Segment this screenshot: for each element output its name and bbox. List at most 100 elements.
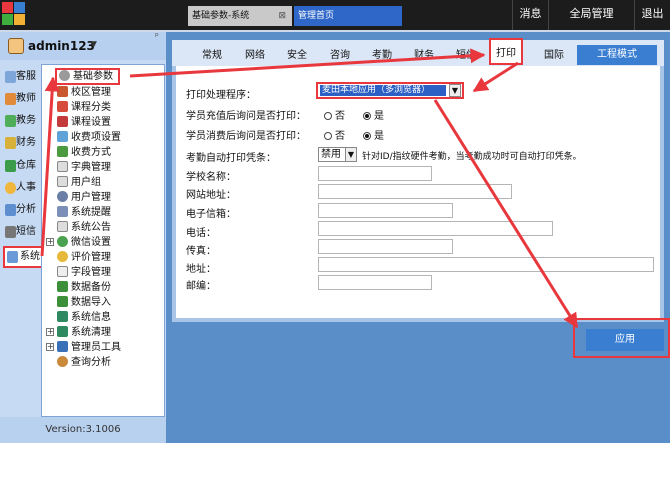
tree-item-cleanup[interactable]: 系统清理 bbox=[57, 325, 111, 340]
tree-item-payment-methods[interactable]: 收费方式 bbox=[57, 145, 111, 160]
tree-item-wechat[interactable]: 微信设置 bbox=[57, 235, 111, 250]
tree-item-import[interactable]: 数据导入 bbox=[57, 295, 111, 310]
tree-item-backup[interactable]: 数据备份 bbox=[57, 280, 111, 295]
tree-item-announcements[interactable]: 系统公告 bbox=[57, 220, 111, 235]
tree-item-query[interactable]: 查询分析 bbox=[57, 355, 111, 370]
tab-consult[interactable]: 咨询 bbox=[330, 46, 350, 61]
expand-icon[interactable]: + bbox=[46, 343, 54, 351]
address-field[interactable] bbox=[318, 257, 654, 272]
nav-label: 短信 bbox=[16, 226, 36, 237]
fax-field[interactable] bbox=[318, 239, 453, 254]
user-name[interactable]: admin123 bbox=[28, 39, 95, 53]
apply-button[interactable]: 应用 bbox=[586, 329, 664, 351]
recharge-print-label: 学员充值后询问是否打印： bbox=[186, 111, 306, 122]
teacher-icon bbox=[5, 93, 16, 105]
search-icon bbox=[57, 356, 68, 367]
consume-print-label: 学员消费后询问是否打印： bbox=[186, 131, 306, 142]
category-icon bbox=[57, 101, 68, 112]
tools-icon bbox=[57, 341, 68, 352]
print-handler-label: 打印处理程序： bbox=[186, 90, 256, 101]
nav-item-sms[interactable]: 短信 bbox=[3, 221, 43, 243]
nav-label: 人事 bbox=[16, 182, 36, 193]
website-field[interactable] bbox=[318, 184, 512, 199]
tab-sms[interactable]: 短信 bbox=[456, 46, 476, 61]
tree-item-evaluation[interactable]: 评价管理 bbox=[57, 250, 111, 265]
avatar bbox=[8, 38, 24, 54]
info-icon bbox=[57, 311, 68, 322]
tree-item-course-category[interactable]: 课程分类 bbox=[57, 100, 111, 115]
nav-label: 财务 bbox=[16, 137, 36, 148]
attendance-print-label: 考勤自动打印凭条： bbox=[186, 153, 276, 164]
tab-international[interactable]: 国际 bbox=[544, 46, 564, 61]
tab-finance[interactable]: 财务 bbox=[414, 46, 434, 61]
tree-item-campus[interactable]: 校区管理 bbox=[57, 85, 111, 100]
nav-item-academic[interactable]: 教务 bbox=[3, 110, 43, 132]
postcode-field[interactable] bbox=[318, 275, 432, 290]
tree-label: 课程分类 bbox=[71, 102, 111, 113]
school-name-field[interactable] bbox=[318, 166, 432, 181]
chevron-down-icon[interactable]: ▼ bbox=[90, 40, 97, 50]
tree-label: 基础参数 bbox=[73, 71, 113, 82]
expand-icon[interactable]: + bbox=[46, 328, 54, 336]
close-icon[interactable]: ⊠ bbox=[278, 6, 286, 26]
tree-item-user-management[interactable]: 用户管理 bbox=[57, 190, 111, 205]
tree-label: 系统公告 bbox=[71, 222, 111, 233]
tab-security[interactable]: 安全 bbox=[287, 46, 307, 61]
gear-icon bbox=[59, 70, 70, 81]
tree-label: 系统提醒 bbox=[71, 207, 111, 218]
phone-field[interactable] bbox=[318, 221, 553, 236]
tab-label: 管理首页 bbox=[298, 11, 335, 21]
tab-general[interactable]: 常规 bbox=[202, 46, 222, 61]
app-logo-icon bbox=[2, 2, 26, 26]
chevron-down-icon[interactable]: ▼ bbox=[449, 84, 461, 97]
nav-item-finance[interactable]: 财务 bbox=[3, 132, 43, 154]
tree-item-admin-tools[interactable]: 管理员工具 bbox=[57, 340, 121, 355]
consume-no-radio[interactable]: 否 bbox=[324, 127, 345, 142]
radio-label: 否 bbox=[335, 131, 345, 142]
tree-item-system-info[interactable]: 系统信息 bbox=[57, 310, 111, 325]
nav-item-service[interactable]: 客服 bbox=[3, 66, 43, 88]
logout-button[interactable]: 退出 bbox=[634, 0, 670, 30]
tab-print[interactable]: 打印 bbox=[489, 38, 523, 65]
tree-item-basic-params[interactable]: 基础参数 bbox=[55, 68, 120, 85]
recharge-yes-radio[interactable]: 是 bbox=[363, 107, 384, 122]
nav-item-hr[interactable]: 人事 bbox=[3, 177, 43, 199]
user-icon bbox=[57, 191, 68, 202]
nav-item-teacher[interactable]: 教师 bbox=[3, 88, 43, 110]
print-handler-select[interactable]: 麦田本地应用（多浏览器） ▼ bbox=[316, 82, 464, 99]
tab-network[interactable]: 网络 bbox=[245, 46, 265, 61]
tree-item-user-group[interactable]: 用户组 bbox=[57, 175, 101, 190]
expand-icon[interactable]: + bbox=[46, 238, 54, 246]
tab-basic-params[interactable]: 基础参数-系统 ⊠ bbox=[188, 6, 292, 26]
global-settings-button[interactable]: 全局管理 bbox=[548, 0, 634, 30]
nav-item-warehouse[interactable]: 仓库 bbox=[3, 155, 43, 177]
top-bar: 基础参数-系统 ⊠ 管理首页 消息 全局管理 退出 bbox=[0, 0, 670, 30]
tree-label: 字典管理 bbox=[71, 162, 111, 173]
version-label: Version:3.1006 bbox=[0, 417, 166, 443]
email-field[interactable] bbox=[318, 203, 453, 218]
tree-label: 校区管理 bbox=[71, 87, 111, 98]
nav-item-system[interactable]: 系统 bbox=[3, 246, 43, 268]
pin-icon[interactable]: ᵖ bbox=[155, 32, 159, 42]
tree-item-course-settings[interactable]: 课程设置 bbox=[57, 115, 111, 130]
tree-label: 收费项设置 bbox=[71, 132, 121, 143]
headset-icon bbox=[5, 71, 16, 83]
consume-yes-radio[interactable]: 是 bbox=[363, 127, 384, 142]
tree-item-reminders[interactable]: 系统提醒 bbox=[57, 205, 111, 220]
nav-item-analysis[interactable]: 分析 bbox=[3, 199, 43, 221]
attendance-print-select[interactable]: 禁用 ▼ bbox=[318, 147, 357, 162]
tree-item-dictionary[interactable]: 字典管理 bbox=[57, 160, 111, 175]
recharge-no-radio[interactable]: 否 bbox=[324, 107, 345, 122]
tab-attendance[interactable]: 考勤 bbox=[372, 46, 392, 61]
tab-home[interactable]: 管理首页 bbox=[294, 6, 402, 26]
cleanup-icon bbox=[57, 326, 68, 337]
fee-icon bbox=[57, 131, 68, 142]
tree-item-fields[interactable]: 字段管理 bbox=[57, 265, 111, 280]
nav-label: 客服 bbox=[16, 71, 36, 82]
tree-item-fee-items[interactable]: 收费项设置 bbox=[57, 130, 121, 145]
tree-label: 字段管理 bbox=[71, 267, 111, 278]
chevron-down-icon[interactable]: ▼ bbox=[345, 148, 356, 161]
messages-button[interactable]: 消息 bbox=[512, 0, 548, 30]
engineering-mode-button[interactable]: 工程模式 bbox=[577, 45, 657, 65]
document-icon bbox=[57, 161, 68, 172]
